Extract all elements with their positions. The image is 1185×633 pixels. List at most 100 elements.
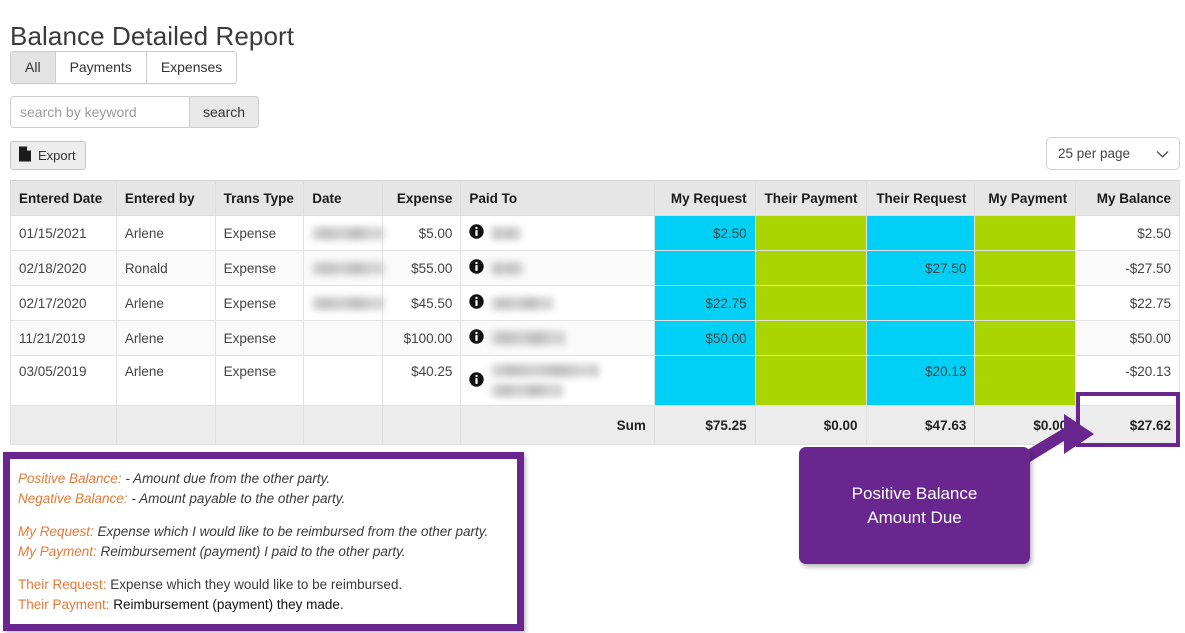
table-row[interactable]: 02/18/2020 Ronald Expense $55.00 $27.50 … [10,250,1180,286]
redacted-block [491,384,564,397]
cell-expense: $5.00 [381,215,462,251]
table-row[interactable]: 02/17/2020 Arlene Expense $45.50 $22.75 … [10,285,1180,321]
redacted-block [491,364,600,377]
cell-paid-to [460,320,655,356]
sum-label: Sum [460,405,655,445]
col-my-balance[interactable]: My Balance [1075,180,1180,216]
tab-expenses[interactable]: Expenses [146,52,237,83]
per-page-select[interactable]: 25 per page [1046,137,1180,170]
cell-my-request: $22.75 [653,285,756,321]
sum-blank-4 [303,405,383,445]
col-their-payment[interactable]: Their Payment [754,180,867,216]
cell-my-payment [974,320,1077,356]
legend-text: - Amount payable to the other party. [127,491,346,506]
legend-spacer [18,509,517,522]
legend-item-their-request: Their Request: Expense which they would … [18,575,517,595]
cell-entered-by: Arlene [115,215,216,251]
legend-item-their-payment: Their Payment: Reimbursement (payment) t… [18,595,517,615]
legend-item-my-request: My Request: Expense which I would like t… [18,522,517,542]
sum-my-payment: $0.00 [974,405,1077,445]
cell-their-payment [754,355,867,406]
search-input[interactable] [11,97,189,127]
cell-entered-by: Arlene [115,285,216,321]
col-entered-by[interactable]: Entered by [115,180,216,216]
legend-label: Their Request: [18,577,107,592]
cell-entered-date: 02/18/2020 [10,250,117,286]
redacted-block [491,226,522,240]
legend-label: Positive Balance: [18,471,122,486]
legend-label: Their Payment: [18,597,110,612]
cell-entered-date: 03/05/2019 [10,355,117,406]
cell-my-balance: $22.75 [1075,285,1180,321]
table-row[interactable]: 11/21/2019 Arlene Expense $100.00 $50.00… [10,320,1180,356]
balance-detail-table: Entered Date Entered by Trans Type Date … [10,180,1180,445]
cell-entered-date: 01/15/2021 [10,215,117,251]
cell-trans-type: Expense [214,250,305,286]
cell-entered-by: Arlene [115,320,216,356]
legend-item-positive-balance: Positive Balance: - Amount due from the … [18,469,517,489]
legend-box: Positive Balance: - Amount due from the … [3,452,524,631]
cell-my-request [653,250,756,286]
cell-my-request: $50.00 [653,320,756,356]
info-icon[interactable] [469,329,485,347]
cell-expense: $40.25 [381,355,462,406]
cell-entered-by: Ronald [115,250,216,286]
cell-trans-type: Expense [214,355,305,406]
legend-item-my-payment: My Payment: Reimbursement (payment) I pa… [18,542,517,562]
search-button[interactable]: search [189,97,259,127]
export-button[interactable]: Export [10,141,86,170]
cell-trans-type: Expense [214,320,305,356]
cell-date [303,285,385,321]
cell-expense: $45.50 [381,285,462,321]
cell-their-request: $20.13 [865,355,976,406]
col-my-request[interactable]: My Request [653,180,756,216]
table-row[interactable]: 03/05/2019 Arlene Expense $40.25 $20.13 [10,355,1180,406]
cell-entered-date: 02/17/2020 [10,285,117,321]
col-entered-date[interactable]: Entered Date [10,180,117,216]
legend-text: - Amount due from the other party. [121,471,331,486]
legend-label: My Request: [18,524,94,539]
info-icon[interactable] [469,294,485,312]
legend-label: Negative Balance: [18,491,128,506]
redacted-block [312,297,385,311]
col-date[interactable]: Date [303,180,383,216]
tab-all[interactable]: All [11,52,56,83]
col-my-payment[interactable]: My Payment [974,180,1077,216]
legend-spacer [18,562,517,575]
redacted-block [491,296,554,310]
col-their-request[interactable]: Their Request [865,180,976,216]
search-bar: search [10,96,260,128]
redacted-block [312,262,385,276]
cell-trans-type: Expense [214,215,305,251]
col-trans-type[interactable]: Trans Type [214,180,305,216]
table-sum-row: Sum $75.25 $0.00 $47.63 $0.00 $27.62 [10,405,1180,445]
page-title: Balance Detailed Report [10,21,295,52]
cell-date [303,355,383,406]
sum-my-balance: $27.62 [1075,405,1180,445]
cell-paid-to [460,355,655,406]
cell-their-payment [754,250,867,286]
table-row[interactable]: 01/15/2021 Arlene Expense $5.00 $2.50 $2… [10,215,1180,251]
tab-payments[interactable]: Payments [55,52,147,83]
cell-entered-date: 11/21/2019 [10,320,117,356]
info-icon[interactable] [469,259,485,277]
cell-my-balance: $2.50 [1075,215,1180,251]
legend-text: Reimbursement (payment) I paid to the ot… [96,544,406,559]
cell-my-request [653,355,756,406]
info-icon[interactable] [469,224,485,242]
col-paid-to[interactable]: Paid To [460,180,655,216]
info-icon[interactable] [469,371,485,390]
cell-date [303,215,385,251]
sum-blank-2 [115,405,216,445]
cell-their-payment [754,320,867,356]
callout-line-2: Amount Due [867,507,962,527]
sum-my-request: $75.25 [653,405,756,445]
legend-label: My Payment: [18,544,97,559]
col-expense[interactable]: Expense [381,180,462,216]
cell-expense: $100.00 [381,320,462,356]
legend-text: Reimbursement (payment) they made. [109,597,344,612]
cell-date [303,250,385,286]
sum-their-request: $47.63 [865,405,976,445]
cell-their-request [865,215,976,251]
legend-text: Expense which I would like to be reimbur… [93,524,489,539]
